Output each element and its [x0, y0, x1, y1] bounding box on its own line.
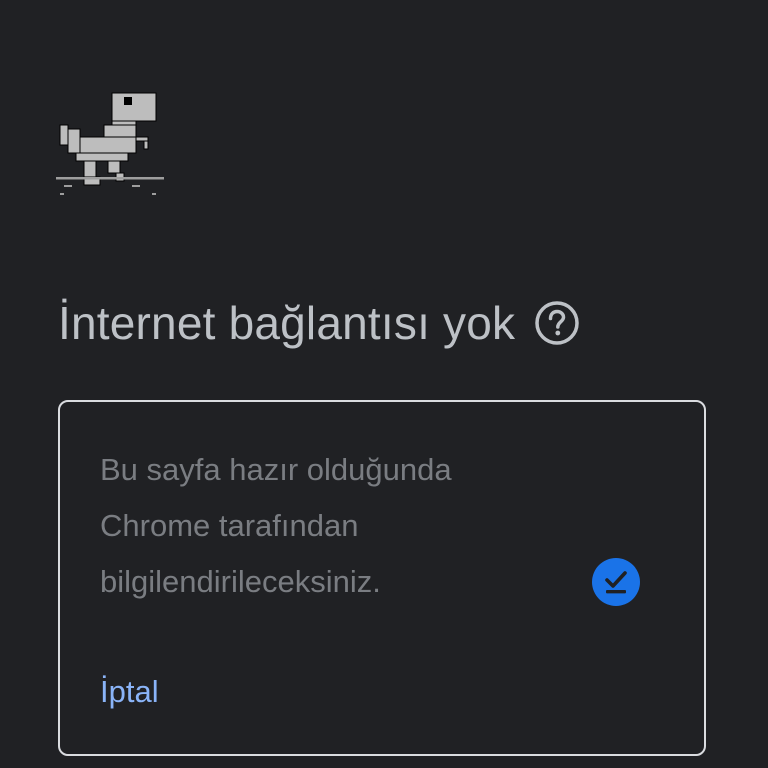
cancel-link[interactable]: İptal — [100, 664, 159, 720]
notify-message: Bu sayfa hazır olduğunda Chrome tarafınd… — [100, 452, 452, 599]
error-heading: İnternet bağlantısı yok — [58, 296, 581, 350]
offline-dino-icon[interactable] — [56, 88, 164, 202]
download-check-icon — [592, 558, 640, 606]
page-title: İnternet bağlantısı yok — [58, 297, 516, 349]
offline-page: İnternet bağlantısı yok Bu sayfa hazır o… — [0, 0, 768, 768]
help-circle-icon[interactable] — [533, 299, 581, 347]
notify-card: Bu sayfa hazır olduğunda Chrome tarafınd… — [58, 400, 706, 756]
